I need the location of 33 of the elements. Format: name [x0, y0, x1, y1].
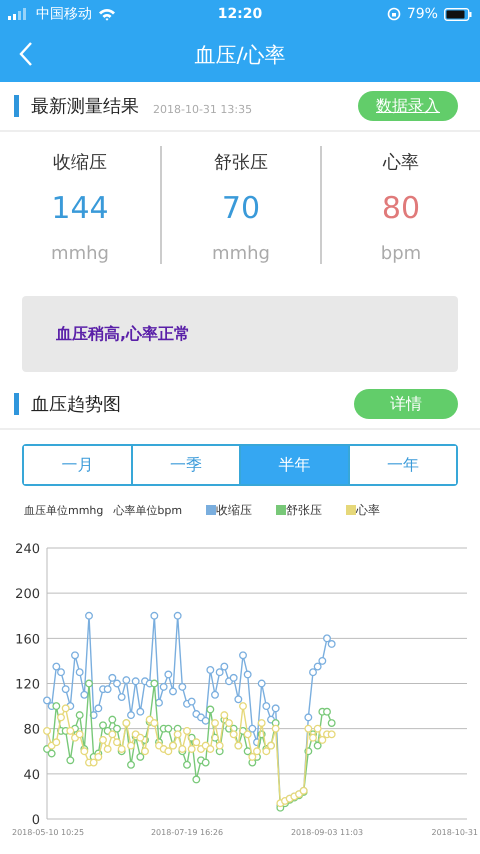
y-tick-label: 80 [23, 722, 40, 738]
x-tick-label: 2018-09-03 11:03 [290, 828, 364, 837]
reading-unit: mmhg [51, 243, 109, 264]
reading-value: 80 [382, 191, 420, 226]
unit-note: 心率单位bpm [113, 502, 182, 518]
unit-note: 血压单位mmhg [24, 502, 104, 518]
y-tick-label: 120 [15, 678, 40, 692]
reading-label: 舒张压 [214, 151, 268, 174]
y-tick-label: 0 [32, 813, 40, 828]
summary-text: 血压稍高,心率正常 [56, 324, 190, 344]
battery-percent: 79% [406, 6, 438, 22]
carrier-name: 中国移动 [36, 5, 92, 23]
reading-unit: mmhg [212, 243, 270, 264]
legend-label: 心率 [356, 502, 380, 518]
reading-unit: bpm [380, 243, 422, 264]
y-tick-label: 200 [15, 587, 40, 602]
measure-time: 2018-10-31 13:35 [153, 102, 252, 116]
reading-value: 144 [51, 191, 109, 226]
page-title: 血压/心率 [194, 42, 286, 69]
x-tick-label: 2018-05-10 10:25 [12, 828, 84, 837]
section-title: 血压趋势图 [31, 393, 121, 416]
legend-label: 舒张压 [286, 502, 322, 518]
reading-value: 70 [222, 191, 260, 226]
x-tick-label: 2018-07-19 16:26 [150, 828, 224, 837]
status-time: 12:20 [218, 6, 262, 22]
legend-label: 收缩压 [216, 502, 252, 518]
section-title: 最新测量结果 [31, 95, 139, 118]
y-tick-label: 40 [23, 768, 40, 783]
reading-label: 收缩压 [53, 151, 107, 174]
y-tick-label: 160 [15, 632, 40, 648]
y-tick-label: 240 [15, 542, 40, 557]
reading-label: 心率 [383, 151, 419, 174]
x-tick-label: 2018-10-31 [432, 828, 478, 837]
